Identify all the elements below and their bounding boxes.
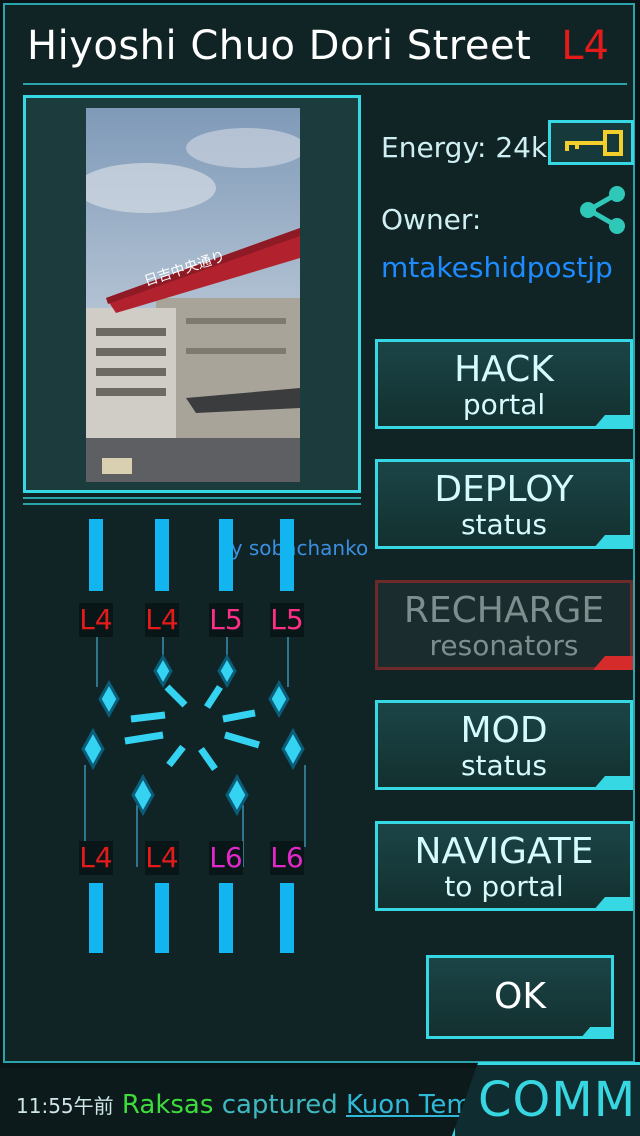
resonator-energy-bar — [280, 883, 294, 953]
resonator-energy-bar — [219, 883, 233, 953]
resonator-level-label: L5 — [270, 603, 304, 637]
portal-photo-frame[interactable]: 日吉中央通り by sobachanko — [23, 95, 368, 560]
owner-name[interactable]: mtakeshidpostjp — [381, 251, 613, 284]
ok-button[interactable]: OK — [426, 955, 614, 1039]
key-button[interactable] — [548, 120, 634, 165]
hack-portal-button[interactable]: HACK portal — [375, 339, 633, 429]
ticker-action: captured — [221, 1090, 338, 1120]
resonator-energy-bar — [280, 519, 294, 591]
portal-title: Hiyoshi Chuo Dori Street — [27, 23, 532, 69]
resonator-energy-bar — [89, 883, 103, 953]
resonator-energy-bar — [155, 519, 169, 591]
resonator-diagram: L4 L4 L5 L5 L4 L4 L6 L6 — [65, 515, 355, 965]
photo-frame-base — [23, 497, 361, 505]
share-icon[interactable] — [579, 185, 627, 235]
resonator-level-label: L4 — [145, 603, 179, 637]
mod-status-button[interactable]: MOD status — [375, 700, 633, 790]
ticker-time: 11:55午前 — [16, 1094, 114, 1118]
resonator-energy-bar — [89, 519, 103, 591]
comm-ticker[interactable]: 11:55午前 Raksas captured Kuon Tem... — [16, 1090, 496, 1120]
portal-photo-image: 日吉中央通り — [86, 108, 300, 482]
mod-slot-icon — [81, 637, 306, 867]
resonator-level-label: L6 — [209, 841, 243, 875]
recharge-resonators-button[interactable]: RECHARGE resonators — [375, 580, 633, 670]
resonator-energy-bar — [219, 519, 233, 591]
title-divider — [23, 83, 627, 85]
portal-level-badge: L4 — [561, 23, 609, 69]
ticker-agent: Raksas — [121, 1090, 214, 1120]
resonator-level-label: L4 — [79, 603, 113, 637]
owner-label: Owner: — [381, 203, 482, 236]
resonator-level-label: L5 — [209, 603, 243, 637]
resonator-level-label: L4 — [145, 841, 179, 875]
deploy-status-button[interactable]: DEPLOY status — [375, 459, 633, 549]
portal-info-panel: Hiyoshi Chuo Dori Street L4 日吉中央通り sobac… — [3, 3, 635, 1063]
comm-button-label: COMM — [478, 1072, 637, 1128]
navigate-to-portal-button[interactable]: NAVIGATE to portal — [375, 821, 633, 911]
energy-label: Energy: 24k — [381, 131, 548, 164]
resonator-level-label: L6 — [270, 841, 304, 875]
resonator-energy-bar — [155, 883, 169, 953]
portal-photo[interactable]: 日吉中央通り — [86, 108, 300, 482]
key-icon — [565, 130, 623, 156]
resonator-level-label: L4 — [79, 841, 113, 875]
